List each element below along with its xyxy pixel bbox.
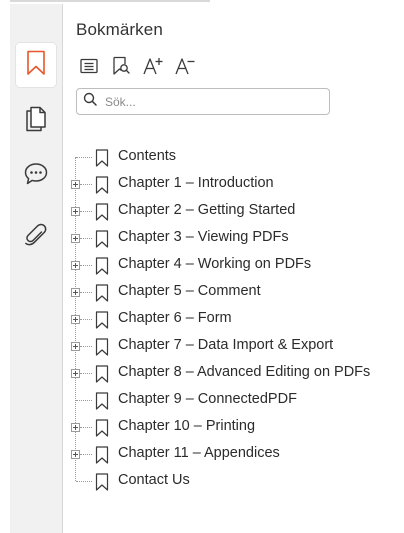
bookmark-icon (95, 446, 109, 464)
font-increase-icon (142, 56, 164, 81)
expand-toggle-icon[interactable] (71, 423, 80, 432)
bookmark-item[interactable]: Chapter 4 – Working on PDFs (63, 252, 404, 279)
tree-connector (80, 211, 92, 212)
tree-connector (80, 238, 92, 239)
panel-title: Bokmärken (76, 20, 163, 39)
pages-icon (25, 106, 47, 137)
bookmark-icon (95, 473, 109, 491)
navigation-sidebar (10, 4, 63, 533)
paperclip-icon (24, 221, 48, 252)
tree-connector (76, 157, 92, 158)
bookmark-icon (26, 50, 46, 81)
bookmark-icon (95, 284, 109, 302)
tree-connector (80, 427, 92, 428)
bookmark-icon (95, 392, 109, 410)
bookmark-label: Chapter 4 – Working on PDFs (118, 256, 312, 272)
expand-toggle-icon[interactable] (71, 288, 80, 297)
decrease-text-size-button[interactable] (172, 55, 198, 81)
search-input[interactable] (103, 93, 307, 110)
tree-connector (80, 454, 92, 455)
bookmark-label: Chapter 3 – Viewing PDFs (118, 229, 289, 245)
comment-icon (23, 161, 49, 192)
sidebar-item-pages[interactable] (16, 99, 56, 143)
sidebar-item-comments[interactable] (16, 154, 56, 198)
bookmark-icon (95, 419, 109, 437)
tree-connector (76, 481, 92, 482)
expand-toggle-icon[interactable] (71, 369, 80, 378)
bookmark-icon (95, 311, 109, 329)
bookmark-item[interactable]: Contact Us (63, 468, 404, 495)
tree-connector (80, 265, 92, 266)
bookmark-icon (95, 230, 109, 248)
bookmark-label: Chapter 9 – ConnectedPDF (118, 391, 297, 407)
increase-text-size-button[interactable] (140, 55, 166, 81)
bookmark-item[interactable]: Contents (63, 144, 404, 171)
list-icon (80, 58, 98, 79)
bookmark-tree: Contents Chapter 1 – Introduction Chapter … (63, 144, 404, 495)
bookmark-item[interactable]: Chapter 5 – Comment (63, 279, 404, 306)
bookmarks-toolbar (76, 55, 204, 81)
bookmark-icon (95, 176, 109, 194)
tree-connector (80, 346, 92, 347)
expand-toggle-icon[interactable] (71, 315, 80, 324)
bookmark-icon (95, 203, 109, 221)
tree-connector (80, 373, 92, 374)
bookmark-icon (95, 338, 109, 356)
expand-toggle-icon[interactable] (71, 180, 80, 189)
bookmark-icon (95, 149, 109, 167)
bookmark-item[interactable]: Chapter 3 – Viewing PDFs (63, 225, 404, 252)
bookmark-icon (95, 257, 109, 275)
bookmark-item[interactable]: Chapter 1 – Introduction (63, 171, 404, 198)
bookmark-label: Chapter 2 – Getting Started (118, 202, 296, 218)
expand-toggle-icon[interactable] (71, 261, 80, 270)
expand-toggle-icon[interactable] (71, 342, 80, 351)
tree-connector (80, 184, 92, 185)
search-box[interactable] (76, 88, 330, 115)
find-current-bookmark-button[interactable] (108, 55, 134, 81)
bookmark-label: Chapter 10 – Printing (118, 418, 256, 434)
bookmark-item[interactable]: Chapter 10 – Printing (63, 414, 404, 441)
bookmark-icon (95, 365, 109, 383)
sidebar-item-bookmarks[interactable] (16, 43, 56, 87)
bookmark-label: Chapter 5 – Comment (118, 283, 261, 299)
sidebar-item-attachments[interactable] (16, 214, 56, 258)
expand-toggle-icon[interactable] (71, 450, 80, 459)
bookmarks-panel: Bokmärken Sök... Contents Chapter 1 – In… (63, 0, 404, 533)
bookmark-item[interactable]: Chapter 8 – Advanced Editing on PDFs (63, 360, 404, 387)
bookmark-label: Contact Us (118, 472, 190, 488)
bookmark-label: Chapter 1 – Introduction (118, 175, 274, 191)
bookmark-item[interactable]: Chapter 11 – Appendices (63, 441, 404, 468)
bookmark-label: Contents (118, 148, 177, 164)
tree-connector (76, 400, 92, 401)
bookmark-item[interactable]: Chapter 7 – Data Import & Export (63, 333, 404, 360)
search-icon (83, 92, 97, 111)
bookmark-item[interactable]: Chapter 6 – Form (63, 306, 404, 333)
expand-all-button[interactable] (76, 55, 102, 81)
bookmark-item[interactable]: Chapter 9 – ConnectedPDF (63, 387, 404, 414)
bookmark-label: Chapter 8 – Advanced Editing on PDFs (118, 364, 371, 380)
expand-toggle-icon[interactable] (71, 207, 80, 216)
tree-connector (80, 319, 92, 320)
bookmark-search-icon (112, 56, 130, 81)
bookmark-label: Chapter 6 – Form (118, 310, 232, 326)
tree-connector (80, 292, 92, 293)
bookmark-label: Chapter 7 – Data Import & Export (118, 337, 334, 353)
expand-toggle-icon[interactable] (71, 234, 80, 243)
bookmark-label: Chapter 11 – Appendices (118, 445, 280, 461)
bookmark-item[interactable]: Chapter 2 – Getting Started (63, 198, 404, 225)
font-decrease-icon (174, 56, 196, 81)
bookmarks-panel-window: Bokmärken Sök... Contents Chapter 1 – In… (0, 0, 404, 533)
